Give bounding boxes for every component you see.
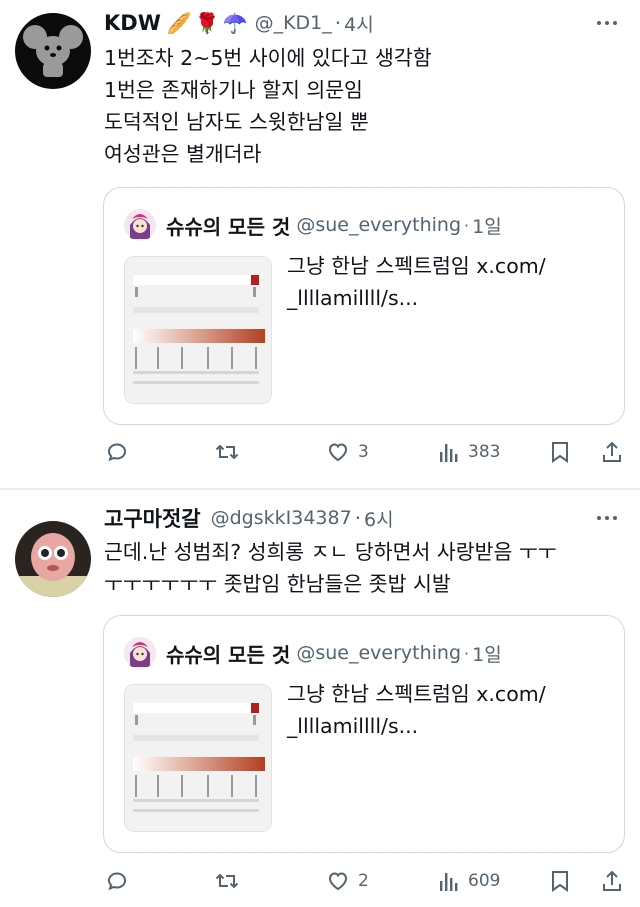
share-icon bbox=[603, 870, 621, 891]
quote-display-name: 슈슈의 모든 것 bbox=[166, 214, 291, 239]
quote-text-line: 그냥 한남 스펙트럼임 x.com/ bbox=[287, 682, 546, 706]
reply-button[interactable] bbox=[105, 432, 129, 472]
rose-emoji: 🌹 bbox=[194, 11, 220, 35]
baguette-emoji: 🥖 bbox=[166, 11, 192, 35]
tweet[interactable]: KDW 🥖 🌹 ☂️ @_KD1_ · 4시 1번조차 2~5번 사이에 있다고… bbox=[0, 0, 640, 488]
separator-dot: · bbox=[464, 643, 470, 663]
views-button[interactable]: 609 bbox=[438, 861, 500, 901]
retweet-icon bbox=[215, 444, 239, 460]
quote-header: 슈슈의 모든 것 @sue_everything · 1일 bbox=[124, 208, 502, 242]
tweet-text-line: 도덕적인 남자도 스윗한남일 뿐 bbox=[104, 110, 369, 134]
quote-image[interactable] bbox=[124, 684, 272, 832]
like-count: 3 bbox=[358, 442, 369, 462]
retweet-button[interactable] bbox=[214, 432, 240, 472]
tweet-text-line: 근데.난 성범죄? 성희롱 ㅈㄴ 당하면서 사랑받음 ㅜㅜ bbox=[104, 540, 557, 564]
quote-text-line: _llllamillll/s... bbox=[287, 286, 419, 310]
like-icon bbox=[328, 443, 348, 462]
tweet-header: 고구마젓갈 @dgskkI34387 · 6시 bbox=[104, 503, 394, 533]
more-icon[interactable] bbox=[592, 8, 622, 38]
like-button[interactable]: 3 bbox=[326, 432, 369, 472]
quote-timestamp: 1일 bbox=[472, 215, 502, 238]
quoted-tweet[interactable]: 슈슈의 모든 것 @sue_everything · 1일 그냥 한남 스펙트럼… bbox=[103, 187, 625, 425]
quote-text: 그냥 한남 스펙트럼임 x.com/ _llllamillll/s... bbox=[287, 250, 607, 314]
action-bar: 3 383 bbox=[0, 432, 640, 472]
quote-avatar bbox=[124, 209, 156, 241]
bookmark-icon bbox=[552, 871, 568, 892]
timestamp[interactable]: 4시 bbox=[344, 10, 374, 37]
avatar[interactable] bbox=[15, 521, 91, 597]
avatar[interactable] bbox=[15, 13, 91, 89]
quote-avatar bbox=[124, 637, 156, 669]
views-count: 609 bbox=[468, 871, 501, 891]
tweet-text-line: ㅜㅜㅜㅜㅜㅜ 좃밥임 한남들은 좃밥 시발 bbox=[104, 572, 451, 596]
views-icon bbox=[440, 444, 458, 462]
quote-image[interactable] bbox=[124, 256, 272, 404]
tweet-text-line: 1번은 존재하기나 할지 의문임 bbox=[104, 78, 363, 102]
bookmark-icon bbox=[552, 442, 568, 463]
tweet[interactable]: 고구마젓갈 @dgskkI34387 · 6시 근데.난 성범죄? 성희롱 ㅈㄴ… bbox=[0, 490, 640, 907]
user-handle[interactable]: @dgskkI34387 bbox=[211, 507, 352, 529]
reply-icon bbox=[107, 872, 127, 891]
quoted-tweet[interactable]: 슈슈의 모든 것 @sue_everything · 1일 그냥 한남 스펙트럼… bbox=[103, 615, 625, 853]
bookmark-button[interactable] bbox=[549, 432, 571, 472]
timestamp[interactable]: 6시 bbox=[364, 505, 394, 532]
more-icon[interactable] bbox=[592, 503, 622, 533]
display-name[interactable]: 고구마젓갈 bbox=[104, 503, 201, 533]
tweet-text-line: 여성관은 별개더라 bbox=[104, 142, 262, 166]
quote-timestamp: 1일 bbox=[472, 643, 502, 666]
like-button[interactable]: 2 bbox=[326, 861, 369, 901]
tweet-text: 근데.난 성범죄? 성희롱 ㅈㄴ 당하면서 사랑받음 ㅜㅜ ㅜㅜㅜㅜㅜㅜ 좃밥임… bbox=[104, 536, 624, 600]
separator-dot: · bbox=[354, 506, 362, 530]
action-bar: 2 609 bbox=[0, 861, 640, 901]
quote-handle: @sue_everything bbox=[296, 214, 462, 236]
quote-handle: @sue_everything bbox=[296, 642, 462, 664]
quote-text-line: 그냥 한남 스펙트럼임 x.com/ bbox=[287, 254, 546, 278]
user-handle[interactable]: @_KD1_ bbox=[255, 12, 332, 34]
views-icon bbox=[440, 873, 458, 891]
tweet-header: KDW 🥖 🌹 ☂️ @_KD1_ · 4시 bbox=[104, 8, 374, 38]
retweet-button[interactable] bbox=[214, 861, 240, 901]
share-button[interactable] bbox=[600, 861, 624, 901]
tweet-text-line: 1번조차 2~5번 사이에 있다고 생각함 bbox=[104, 46, 432, 70]
separator-dot: · bbox=[334, 11, 342, 35]
share-icon bbox=[603, 441, 621, 462]
quote-header: 슈슈의 모든 것 @sue_everything · 1일 bbox=[124, 636, 502, 670]
like-icon bbox=[328, 872, 348, 891]
bookmark-button[interactable] bbox=[549, 861, 571, 901]
reply-button[interactable] bbox=[105, 861, 129, 901]
like-count: 2 bbox=[358, 871, 369, 891]
views-button[interactable]: 383 bbox=[438, 432, 500, 472]
reply-icon bbox=[107, 443, 127, 462]
umbrella-emoji: ☂️ bbox=[222, 11, 248, 35]
separator-dot: · bbox=[464, 215, 470, 235]
views-count: 383 bbox=[468, 442, 501, 462]
quote-display-name: 슈슈의 모든 것 bbox=[166, 642, 291, 667]
quote-text: 그냥 한남 스펙트럼임 x.com/ _llllamillll/s... bbox=[287, 678, 607, 742]
quote-text-line: _llllamillll/s... bbox=[287, 714, 419, 738]
retweet-icon bbox=[215, 873, 239, 889]
share-button[interactable] bbox=[600, 432, 624, 472]
display-name[interactable]: KDW bbox=[104, 11, 161, 35]
tweet-text: 1번조차 2~5번 사이에 있다고 생각함 1번은 존재하기나 할지 의문임 도… bbox=[104, 42, 624, 170]
